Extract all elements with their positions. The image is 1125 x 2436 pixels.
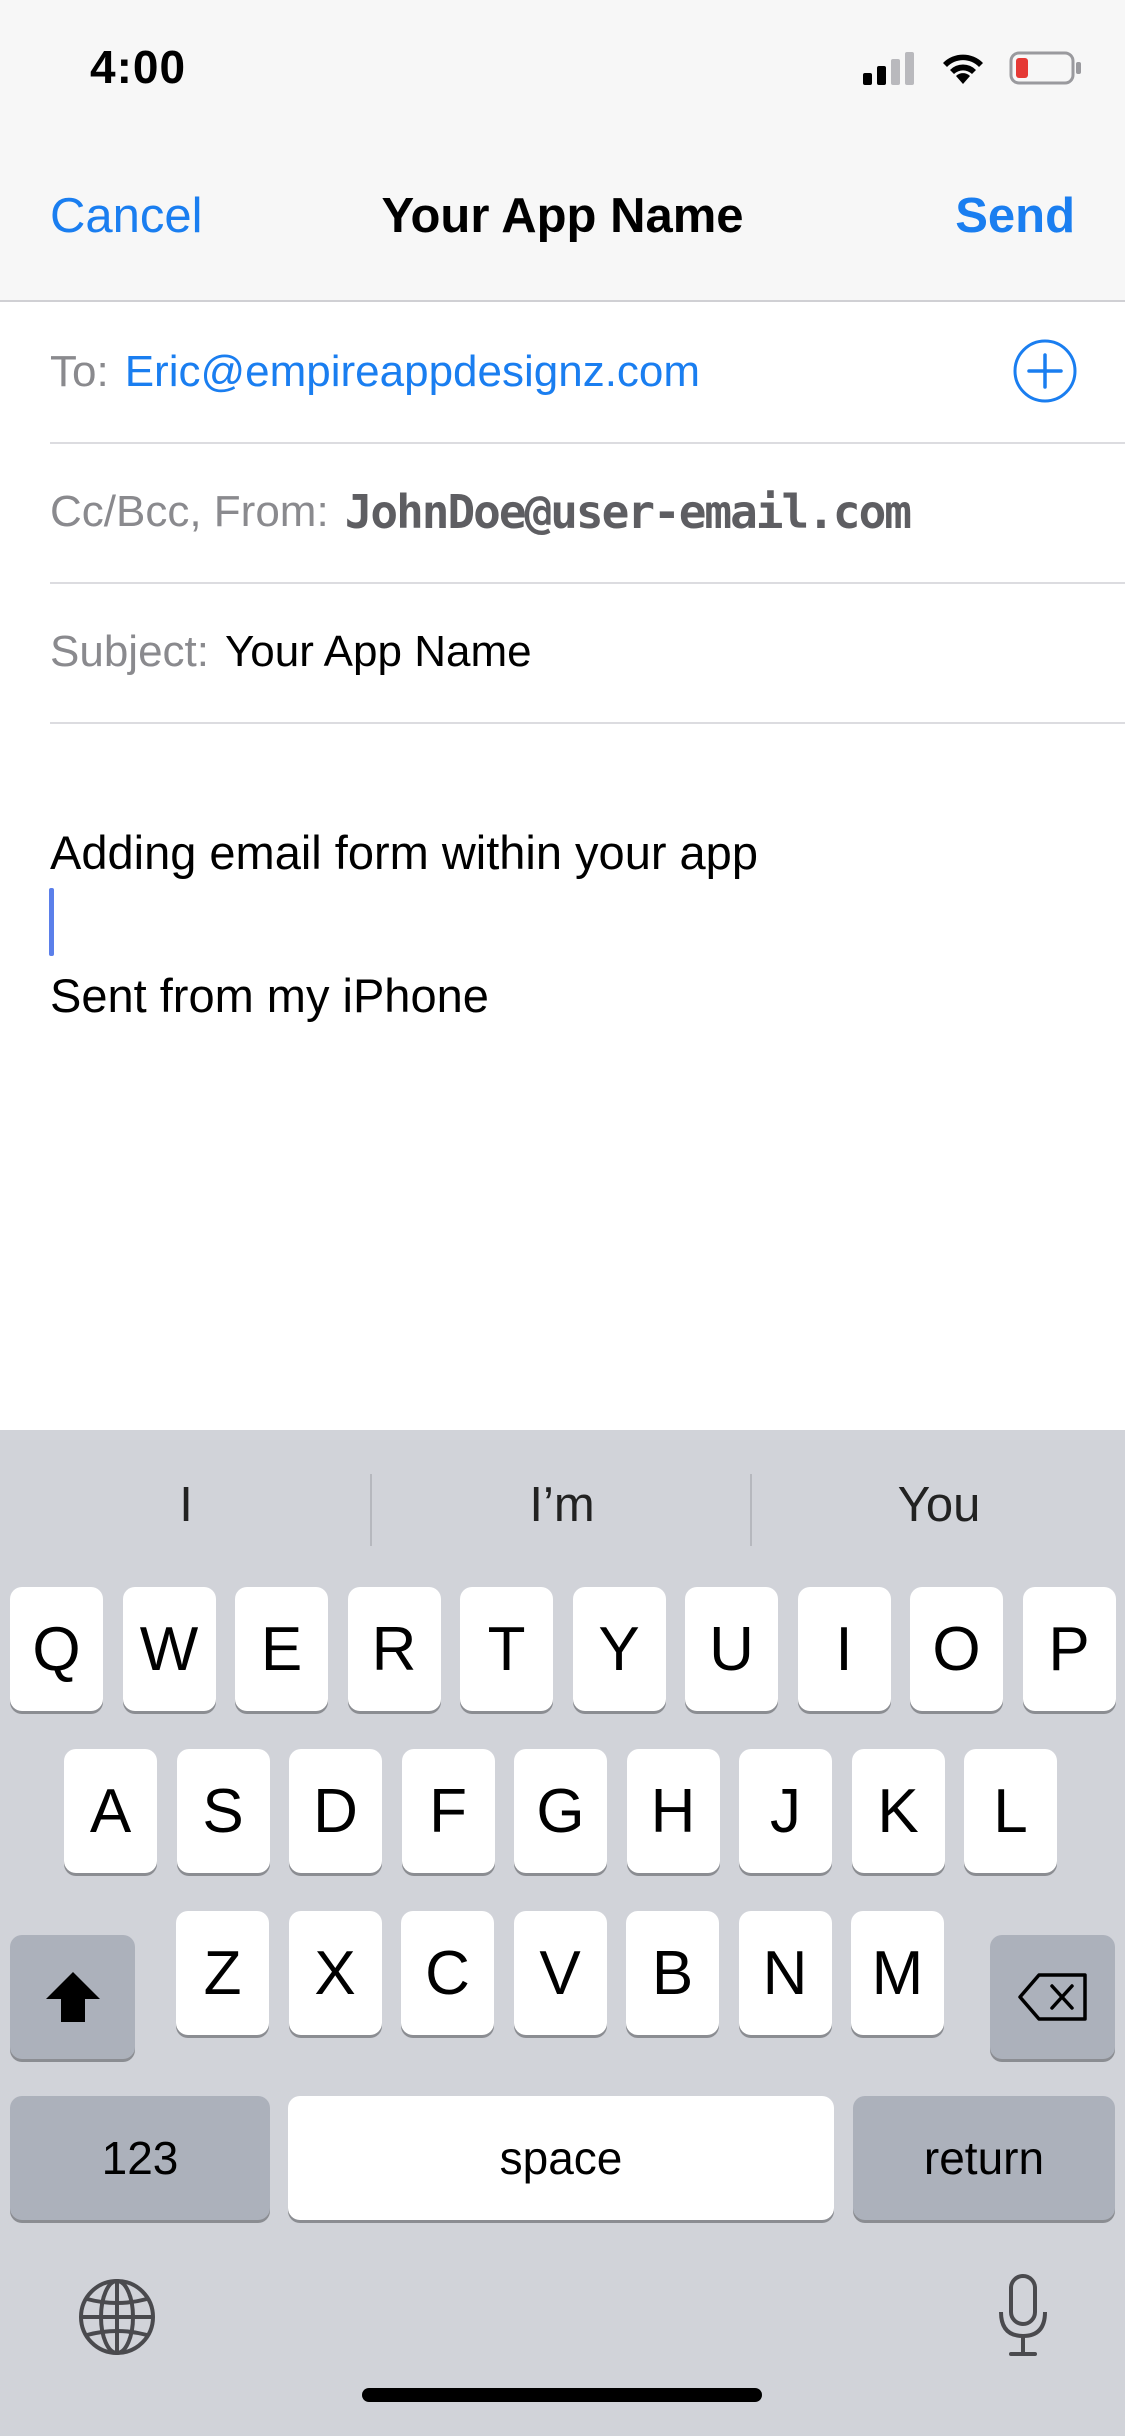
key-o[interactable]: O [910,1587,1003,1711]
keyboard: I I’m You QWERTYUIOP ASDFGHJKL ZXCVBNM 1… [0,1430,1125,2436]
from-address[interactable]: JohnDoe@user-email.com [345,485,912,539]
cc-from-label: Cc/Bcc, From: [50,487,329,536]
key-h[interactable]: H [626,1749,720,1873]
suggestion-3[interactable]: You [753,1470,1125,1540]
globe-icon[interactable] [77,2277,157,2357]
shift-arrow-icon [45,1972,100,2022]
wifi-icon [943,54,983,84]
key-z[interactable]: Z [176,1911,269,2035]
delete-backspace-icon [1017,1973,1087,2021]
key-r[interactable]: R [347,1587,441,1711]
key-x[interactable]: X [288,1911,382,2035]
text-cursor [49,888,54,956]
key-k[interactable]: K [851,1749,945,1873]
key-d[interactable]: D [289,1749,382,1873]
key-f[interactable]: F [401,1749,495,1873]
key-p[interactable]: P [1022,1587,1116,1711]
shift-key[interactable] [10,1935,135,2059]
delete-key[interactable] [990,1935,1115,2059]
home-indicator[interactable] [362,2388,762,2402]
return-key[interactable]: return [853,2096,1115,2220]
key-q[interactable]: Q [10,1587,103,1711]
cc-bcc-from-field[interactable]: Cc/Bcc, From: JohnDoe@user-email.com [50,442,1125,584]
key-b[interactable]: B [626,1911,719,2035]
key-e[interactable]: E [235,1587,328,1711]
key-i[interactable]: I [797,1587,891,1711]
suggestion-1[interactable]: I [0,1470,372,1540]
subject-input[interactable]: Your App Name [225,627,532,677]
add-contact-icon[interactable] [1012,338,1078,404]
key-s[interactable]: S [176,1749,270,1873]
cellular-signal-icon [863,52,914,85]
key-w[interactable]: W [122,1587,216,1711]
to-field[interactable]: To: Eric@empireappdesignz.com [50,302,1125,444]
key-c[interactable]: C [401,1911,494,2035]
status-time: 4:00 [90,41,187,93]
send-button[interactable]: Send [955,188,1075,244]
key-u[interactable]: U [685,1587,778,1711]
key-a[interactable]: A [64,1749,157,1873]
key-g[interactable]: G [514,1749,607,1873]
to-recipient[interactable]: Eric@empireappdesignz.com [125,347,700,397]
key-m[interactable]: M [851,1911,944,2035]
subject-label: Subject: [50,627,209,676]
key-n[interactable]: N [738,1911,832,2035]
space-key[interactable]: space [288,2096,834,2220]
status-icons [861,48,1083,88]
cancel-button[interactable]: Cancel [50,188,203,244]
key-y[interactable]: Y [572,1587,666,1711]
status-bar: 4:00 [0,0,1125,140]
to-label: To: [50,347,109,396]
message-signature[interactable]: Sent from my iPhone [50,968,489,1023]
key-l[interactable]: L [964,1749,1057,1873]
numbers-key[interactable]: 123 [10,2096,270,2220]
suggestion-divider [750,1474,752,1546]
key-j[interactable]: J [739,1749,832,1873]
key-t[interactable]: T [460,1587,553,1711]
microphone-icon[interactable] [995,2272,1051,2360]
compose-nav-bar: Cancel Your App Name Send [0,140,1125,302]
key-v[interactable]: V [513,1911,607,2035]
predictive-bar: I I’m You [0,1430,1125,1580]
suggestion-divider [370,1474,372,1546]
battery-low-icon [1009,51,1081,85]
subject-field[interactable]: Subject: Your App Name [50,582,1125,724]
suggestion-2[interactable]: I’m [376,1470,748,1540]
message-body-text[interactable]: Adding email form within your app [50,825,758,880]
